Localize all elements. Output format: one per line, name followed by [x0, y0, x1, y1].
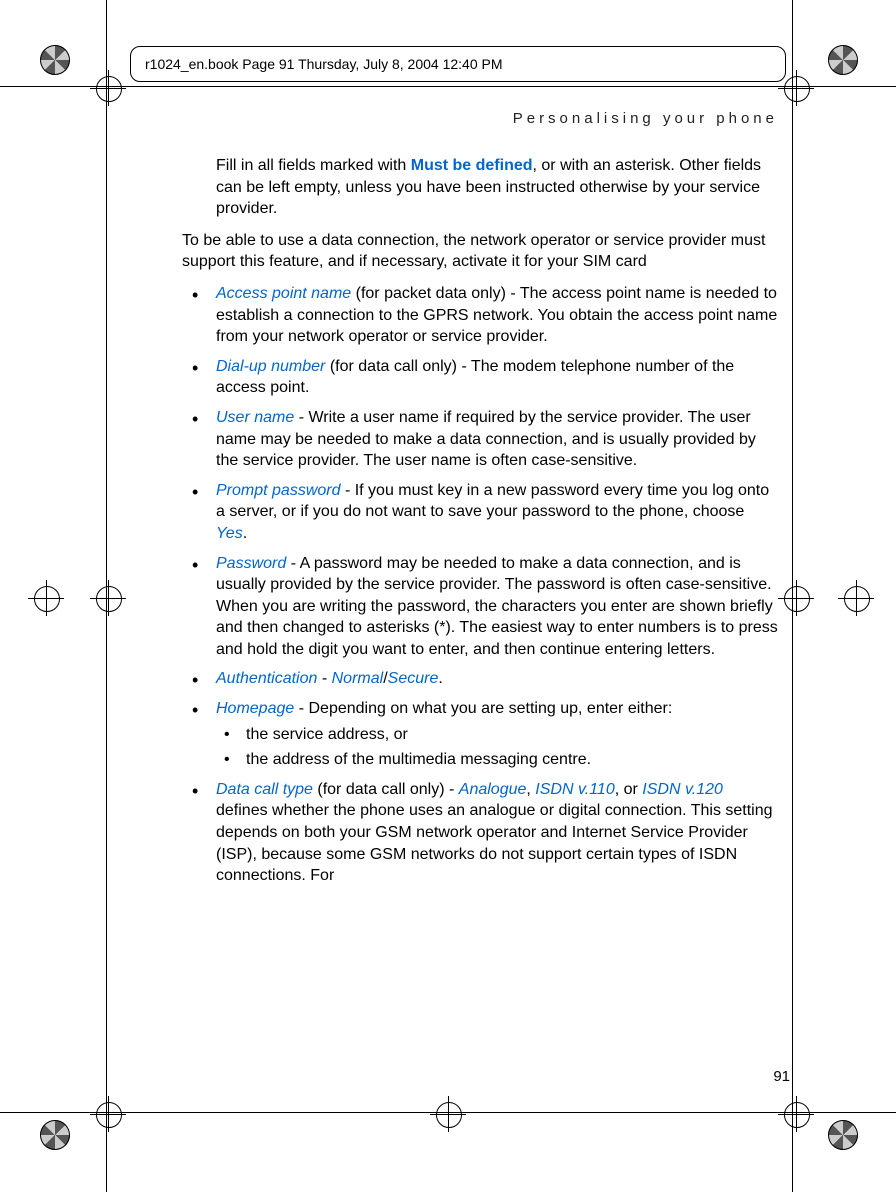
print-header-text: r1024_en.book Page 91 Thursday, July 8, …	[145, 56, 503, 72]
page-number: 91	[773, 1068, 790, 1085]
option-value: Analogue	[459, 781, 527, 798]
page-content: Personalising your phone Fill in all fie…	[182, 110, 778, 895]
sub-list-item: the address of the multimedia messaging …	[216, 749, 778, 771]
list-item: Homepage - Depending on what you are set…	[182, 698, 778, 771]
separator: , or	[615, 781, 643, 798]
setting-term: Password	[216, 555, 286, 572]
crosshair-icon	[778, 580, 814, 616]
list-item: Data call type (for data call only) - An…	[182, 779, 778, 887]
crosshair-icon	[778, 1096, 814, 1132]
setting-term: Data call type	[216, 781, 313, 798]
sub-list-item: the service address, or	[216, 724, 778, 746]
list-item: User name - Write a user name if require…	[182, 407, 778, 472]
list-item: Access point name (for packet data only)…	[182, 283, 778, 348]
print-header-strip: r1024_en.book Page 91 Thursday, July 8, …	[130, 46, 786, 82]
setting-term: Dial-up number	[216, 358, 325, 375]
setting-text: .	[438, 670, 442, 687]
setting-text: .	[243, 525, 247, 542]
registration-mark-icon	[40, 1120, 70, 1150]
list-item: Prompt password - If you must key in a n…	[182, 480, 778, 545]
setting-text: (for data call only) -	[313, 781, 459, 798]
setting-text: - A password may be needed to make a dat…	[216, 555, 778, 658]
setting-term: Prompt password	[216, 482, 341, 499]
crosshair-icon	[838, 580, 874, 616]
must-be-defined-label: Must be defined	[411, 157, 533, 174]
option-value: ISDN v.110	[535, 781, 614, 798]
setting-text: -	[317, 670, 331, 687]
list-item: Authentication - Normal/Secure.	[182, 668, 778, 690]
option-value: Secure	[388, 670, 439, 687]
registration-mark-icon	[828, 1120, 858, 1150]
crosshair-icon	[90, 1096, 126, 1132]
separator: ,	[526, 781, 535, 798]
intro-paragraph: Fill in all fields marked with Must be d…	[216, 155, 778, 220]
setting-term: Homepage	[216, 700, 294, 717]
crosshair-icon	[90, 70, 126, 106]
section-heading: Personalising your phone	[182, 110, 778, 127]
settings-list: Access point name (for packet data only)…	[182, 283, 778, 887]
setting-term: Authentication	[216, 670, 317, 687]
intro-text-pre: Fill in all fields marked with	[216, 157, 411, 174]
setting-text: - Depending on what you are setting up, …	[294, 700, 672, 717]
setting-term: User name	[216, 409, 294, 426]
crop-line-top	[0, 86, 896, 87]
registration-mark-icon	[40, 45, 70, 75]
registration-mark-icon	[828, 45, 858, 75]
option-value: Yes	[216, 525, 243, 542]
list-item: Dial-up number (for data call only) - Th…	[182, 356, 778, 399]
body-paragraph: To be able to use a data connection, the…	[182, 230, 778, 273]
option-value: ISDN v.120	[642, 781, 723, 798]
crosshair-icon	[90, 580, 126, 616]
setting-term: Access point name	[216, 285, 351, 302]
crosshair-icon	[430, 1096, 466, 1132]
setting-text: defines whether the phone uses an analog…	[216, 802, 773, 884]
setting-text: - Write a user name if required by the s…	[216, 409, 756, 469]
option-value: Normal	[332, 670, 384, 687]
list-item: Password - A password may be needed to m…	[182, 553, 778, 661]
sub-list: the service address, or the address of t…	[216, 724, 778, 771]
crosshair-icon	[28, 580, 64, 616]
